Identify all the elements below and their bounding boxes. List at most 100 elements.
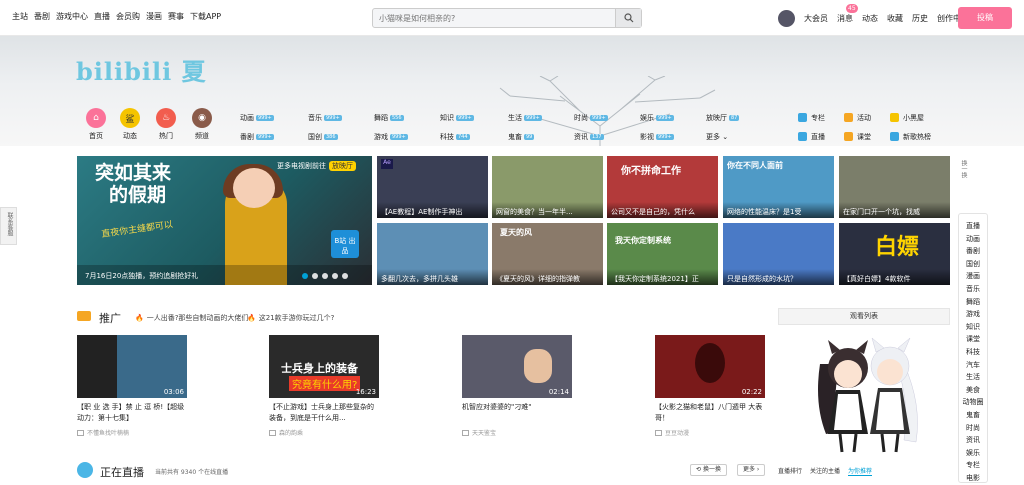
nav-bangumi[interactable]: 番剧 <box>34 11 50 22</box>
side-nav-item[interactable]: 游戏 <box>959 308 987 321</box>
video-uploader[interactable]: 森的韵乘 <box>269 428 379 437</box>
category-more[interactable]: 更多 ⌄ <box>706 132 728 142</box>
contact-support-tab[interactable]: 联系客服 <box>0 207 17 245</box>
side-nav-item[interactable]: 生活 <box>959 371 987 384</box>
side-nav-item[interactable]: 动画 <box>959 233 987 246</box>
category-kichiku[interactable]: 鬼畜 99 <box>508 132 535 142</box>
side-nav-item[interactable]: 资讯 <box>959 434 987 447</box>
video-thumbnail[interactable]: 03:06 <box>77 335 187 398</box>
featured-tile[interactable]: 网窗的美食？当一年半... <box>492 156 603 218</box>
side-nav-item[interactable]: 国创 <box>959 258 987 271</box>
quick-link-hot[interactable]: ♨ 热门 <box>152 108 180 141</box>
quick-link-dynamic[interactable]: 鲨 动态 <box>116 108 144 141</box>
live-refresh-button[interactable]: ⟲ 换一换 <box>690 464 727 476</box>
extra-live[interactable]: 直播 <box>798 132 825 142</box>
side-nav-item[interactable]: 番剧 <box>959 245 987 258</box>
upload-button[interactable]: 投稿 <box>958 7 1012 29</box>
extra-new-songs[interactable]: 新歌热榜 <box>890 132 931 142</box>
promo-video-card[interactable]: 03:06 【职 业 选 手】禁 止 逗 桥!【超级动力：第十七集】 不懂鱼找叶… <box>77 335 187 437</box>
promo-video-card[interactable]: 02:22 【火影之猫和老鼠】八门遁甲 大表哥！ 豆豆动漫 <box>655 335 765 437</box>
promo-video-card[interactable]: 士兵身上的装备 究竟有什么用? 16:23 【不止游戏】士兵身上那些复杂的装备，… <box>269 335 379 437</box>
side-nav-item[interactable]: 汽车 <box>959 359 987 372</box>
bilibili-logo[interactable]: bilibili 夏 <box>76 52 207 87</box>
nav-esports[interactable]: 赛事 <box>168 11 184 22</box>
nav-dynamic[interactable]: 动态 <box>862 13 878 24</box>
side-nav-item[interactable]: 科技 <box>959 346 987 359</box>
extra-classroom[interactable]: 课堂 <box>844 132 871 142</box>
side-nav-item[interactable]: 音乐 <box>959 283 987 296</box>
carousel-promo[interactable]: 更多电视剧前往 放映厅 <box>277 161 356 171</box>
side-nav-item[interactable]: 专栏 <box>959 459 987 472</box>
category-bangumi[interactable]: 番剧 999+ <box>240 132 274 142</box>
video-thumbnail[interactable]: 02:14 <box>462 335 572 398</box>
category-cinema[interactable]: 放映厅 87 <box>706 113 740 123</box>
featured-tile[interactable]: 只是自然形成的水坑？ <box>723 223 834 285</box>
nav-game-center[interactable]: 游戏中心 <box>56 11 88 22</box>
side-nav-item[interactable]: 时尚 <box>959 422 987 435</box>
category-fashion[interactable]: 时尚 999+ <box>574 113 608 123</box>
video-uploader[interactable]: 不懂鱼找叶楠楠 <box>77 428 187 437</box>
nav-manga[interactable]: 漫画 <box>146 11 162 22</box>
live-tab-recommended[interactable]: 为你推荐 <box>848 466 873 476</box>
extra-column[interactable]: 专栏 <box>798 113 825 123</box>
side-nav-item[interactable]: 舞蹈 <box>959 296 987 309</box>
category-anime[interactable]: 动画 999+ <box>240 113 274 123</box>
live-more-button[interactable]: 更多 › <box>737 464 766 476</box>
video-thumbnail[interactable]: 士兵身上的装备 究竟有什么用? 16:23 <box>269 335 379 398</box>
category-knowledge[interactable]: 知识 999+ <box>440 113 474 123</box>
category-news[interactable]: 资讯 137 <box>574 132 604 142</box>
carousel-dot[interactable] <box>302 273 308 279</box>
side-nav-item[interactable]: 电影 <box>959 472 987 485</box>
category-life[interactable]: 生活 999+ <box>508 113 542 123</box>
video-title[interactable]: 【不止游戏】士兵身上那些复杂的装备，到底是干什么用... <box>269 402 379 424</box>
live-tab-following[interactable]: 关注的主播 <box>810 466 840 475</box>
carousel-dot[interactable] <box>312 273 318 279</box>
video-title[interactable]: 【职 业 选 手】禁 止 逗 桥!【超级动力：第十七集】 <box>77 402 187 424</box>
featured-tile[interactable]: 白嫖 【真好白嫖】4款软件 <box>839 223 950 285</box>
featured-tile[interactable]: 多翻几次去，多拼几头雄 <box>377 223 488 285</box>
avatar[interactable] <box>778 10 795 27</box>
category-game[interactable]: 游戏 999+ <box>374 132 408 142</box>
category-music[interactable]: 音乐 999+ <box>308 113 342 123</box>
video-thumbnail[interactable]: 02:22 <box>655 335 765 398</box>
category-dance[interactable]: 舞蹈 556 <box>374 113 404 123</box>
extra-blackroom[interactable]: 小黑屋 <box>890 113 924 123</box>
carousel-dot[interactable] <box>332 273 338 279</box>
nav-live[interactable]: 直播 <box>94 11 110 22</box>
featured-tile[interactable]: 我天你定制系统 【我天你定制系统2021】正 <box>607 223 718 285</box>
side-nav-item[interactable]: 动物圈 <box>959 396 987 409</box>
nav-messages[interactable]: 消息 <box>837 13 853 24</box>
nav-mall[interactable]: 会员购 <box>116 11 140 22</box>
category-guochuang[interactable]: 国创 386 <box>308 132 338 142</box>
carousel-dot[interactable] <box>342 273 348 279</box>
promo-video-card[interactable]: 02:14 机智应对婆婆的"刁难" 天天鉴宝 <box>462 335 572 437</box>
side-nav-item[interactable]: 鬼畜 <box>959 409 987 422</box>
side-nav-item[interactable]: 漫画 <box>959 270 987 283</box>
side-nav-item[interactable]: 美食 <box>959 384 987 397</box>
side-nav-item[interactable]: 课堂 <box>959 333 987 346</box>
nav-history[interactable]: 历史 <box>912 13 928 24</box>
side-nav-item[interactable]: 直播 <box>959 220 987 233</box>
category-entertainment[interactable]: 娱乐 999+ <box>640 113 674 123</box>
watch-list-button[interactable]: 观看列表 <box>778 308 950 325</box>
side-nav-item[interactable]: 知识 <box>959 321 987 334</box>
video-uploader[interactable]: 豆豆动漫 <box>655 428 765 437</box>
video-title[interactable]: 【火影之猫和老鼠】八门遁甲 大表哥！ <box>655 402 765 424</box>
nav-vip[interactable]: 大会员 <box>804 13 828 24</box>
promo-headline[interactable]: 🔥 一人出番?那些自制动画的大佬们 <box>135 313 248 323</box>
live-tab-ranking[interactable]: 直播排行 <box>778 466 802 475</box>
search-button[interactable] <box>615 9 641 27</box>
side-nav-item[interactable]: 娱乐 <box>959 447 987 460</box>
promo-headline[interactable]: 🔥 这21款手游你玩过几个? <box>247 313 334 323</box>
refresh-recommend-button[interactable]: 换一换 <box>954 160 968 178</box>
featured-tile[interactable]: 你不拼命工作 公司又不是自己的，凭什么 <box>607 156 718 218</box>
hero-carousel[interactable]: 突如其来 的假期 直夜你主缝都可以 更多电视剧前往 放映厅 B站 出品 7月16日2… <box>77 156 372 285</box>
quick-link-channel[interactable]: ◉ 频道 <box>188 108 216 141</box>
video-title[interactable]: 机智应对婆婆的"刁难" <box>462 402 572 424</box>
video-uploader[interactable]: 天天鉴宝 <box>462 428 572 437</box>
search-input[interactable] <box>379 11 615 25</box>
category-tech[interactable]: 科技 744 <box>440 132 470 142</box>
quick-link-home[interactable]: ⌂ 首页 <box>82 108 110 141</box>
featured-tile[interactable]: Ae 【AE教程】AE制作手神出 <box>377 156 488 218</box>
category-film[interactable]: 影视 999+ <box>640 132 674 142</box>
